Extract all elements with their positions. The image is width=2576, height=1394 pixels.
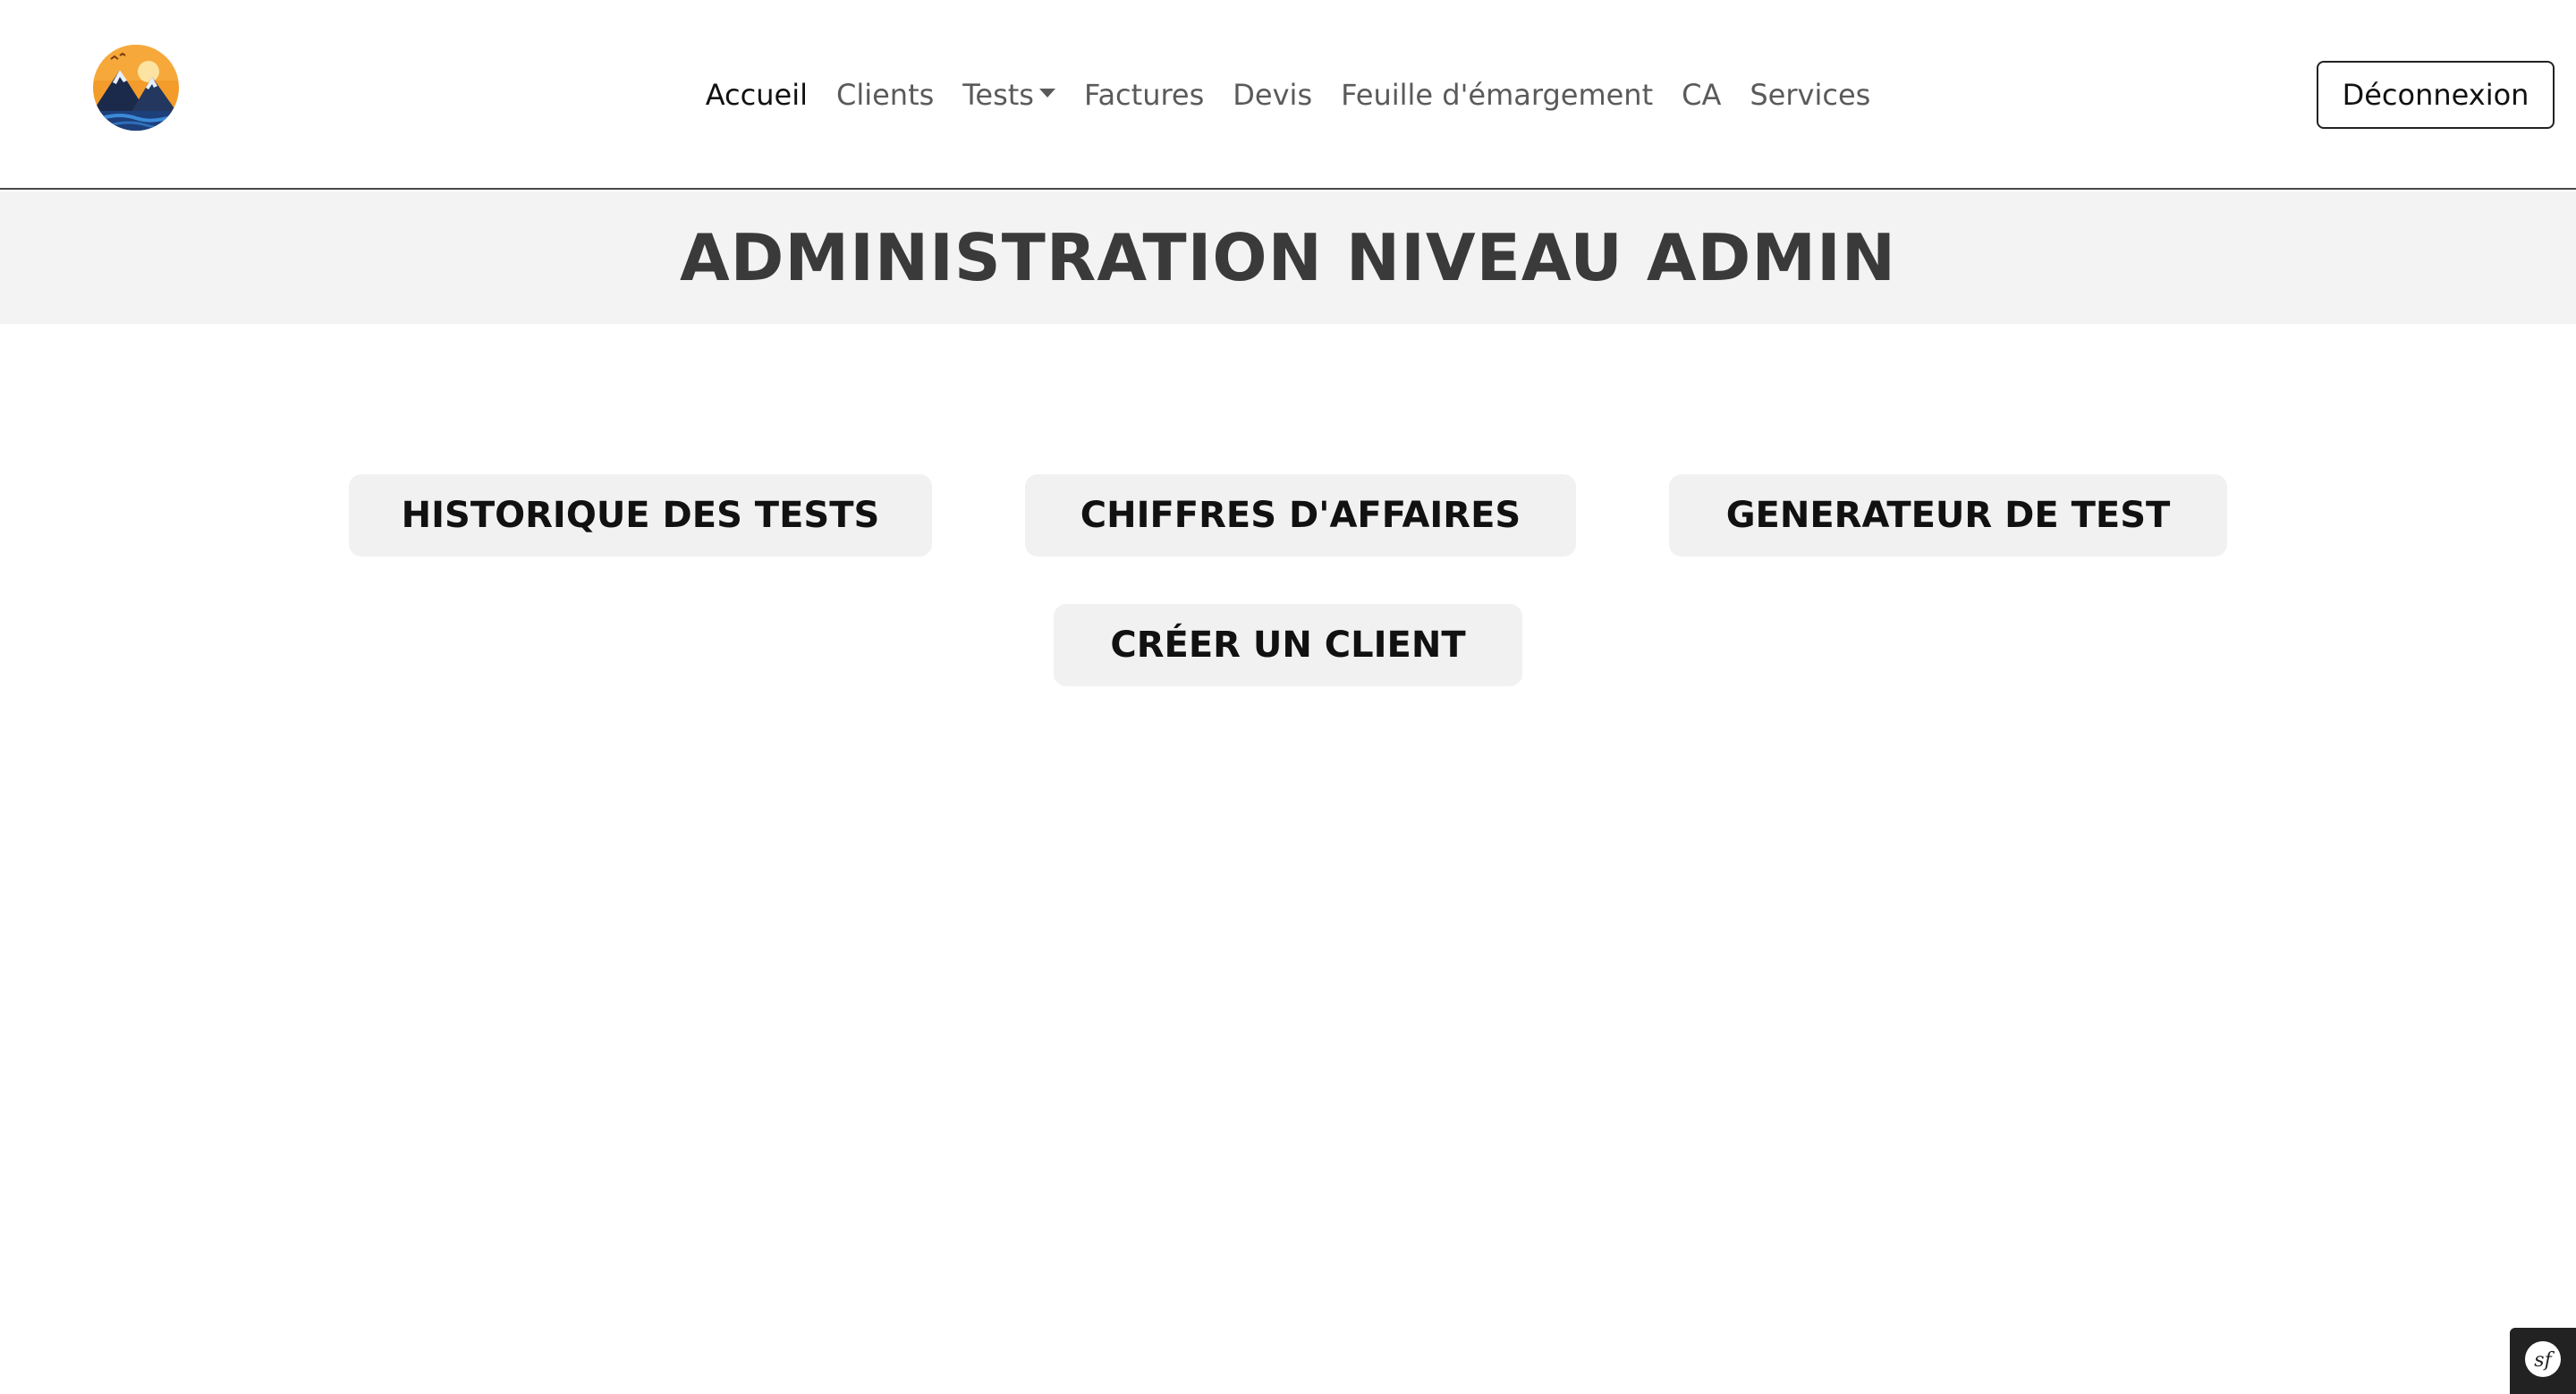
symfony-toolbar-toggle[interactable]: sf <box>2510 1328 2576 1394</box>
chiffres-affaires-button[interactable]: CHIFFRES D'AFFAIRES <box>1025 474 1576 557</box>
nav-dropdown-tests[interactable]: Tests <box>948 68 1070 122</box>
nav-link-factures[interactable]: Factures <box>1070 68 1218 122</box>
page-title-band: ADMINISTRATION NIVEAU ADMIN <box>0 191 2576 324</box>
nav-link-feuille-emargement[interactable]: Feuille d'émargement <box>1326 68 1667 122</box>
page-title: ADMINISTRATION NIVEAU ADMIN <box>679 220 1897 295</box>
nav-link-services[interactable]: Services <box>1735 68 1885 122</box>
nav-link-clients[interactable]: Clients <box>822 68 948 122</box>
main-nav: Accueil Clients Tests Factures Devis Feu… <box>0 68 2576 122</box>
nav-dropdown-tests-label: Tests <box>962 78 1034 112</box>
nav-link-accueil[interactable]: Accueil <box>691 68 822 122</box>
caret-down-icon <box>1038 89 1055 98</box>
navbar: Accueil Clients Tests Factures Devis Feu… <box>0 0 2576 190</box>
nav-link-devis[interactable]: Devis <box>1218 68 1326 122</box>
generateur-test-button[interactable]: GENERATEUR DE TEST <box>1669 474 2227 557</box>
logout-button[interactable]: Déconnexion <box>2317 61 2555 129</box>
symfony-sf-icon: sf <box>2523 1339 2563 1382</box>
creer-client-button[interactable]: CRÉER UN CLIENT <box>1054 604 1522 686</box>
historique-tests-button[interactable]: HISTORIQUE DES TESTS <box>349 474 932 557</box>
nav-link-ca[interactable]: CA <box>1667 68 1735 122</box>
